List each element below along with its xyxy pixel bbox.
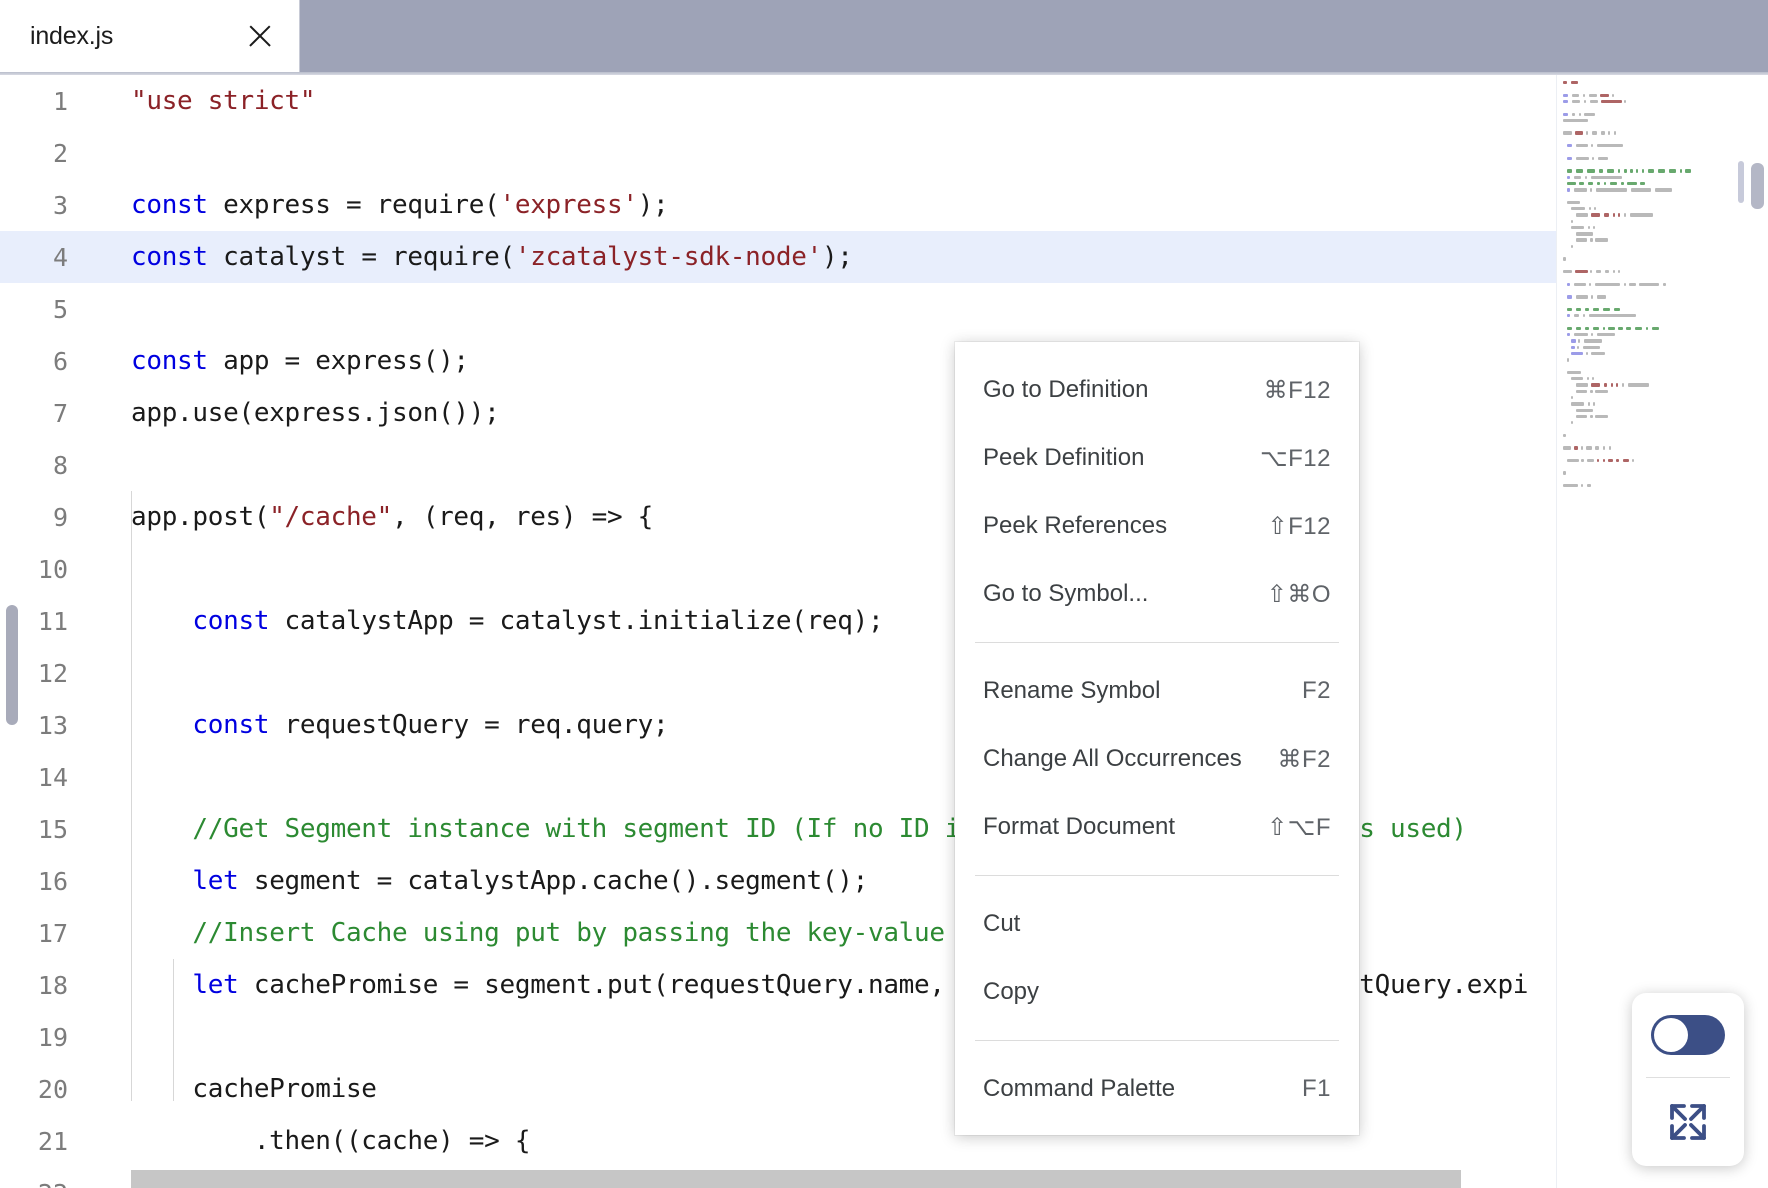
close-icon[interactable] (243, 19, 277, 53)
menu-separator (975, 642, 1339, 643)
expand-fullscreen-icon[interactable] (1664, 1098, 1712, 1146)
line-number: 21 (0, 1127, 90, 1156)
line-number: 3 (0, 191, 90, 220)
code-text: app.use(express.json()); (90, 398, 499, 428)
line-number: 19 (0, 1023, 90, 1052)
menu-item-format-document[interactable]: Format Document ⇧⌥F (955, 793, 1359, 861)
menu-item-label: Go to Definition (983, 376, 1148, 404)
code-line[interactable]: 2 (0, 127, 1556, 179)
menu-item-label: Cut (983, 910, 1020, 938)
menu-item-label: Format Document (983, 813, 1175, 841)
code-text: //Insert Cache using put by passing the … (90, 918, 1022, 948)
menu-item-label: Peek References (983, 512, 1167, 540)
menu-item-peek-references[interactable]: Peek References ⇧F12 (955, 492, 1359, 560)
code-text: "use strict" (90, 86, 315, 116)
code-text: const catalyst = require('zcatalyst-sdk-… (90, 242, 853, 272)
minimap-content (1563, 80, 1738, 489)
code-line[interactable]: 3const express = require('express'); (0, 179, 1556, 231)
menu-item-peek-definition[interactable]: Peek Definition ⌥F12 (955, 424, 1359, 492)
line-number: 4 (0, 243, 90, 272)
menu-item-label: Copy (983, 978, 1039, 1006)
code-text: cachePromise (90, 1074, 377, 1104)
menu-item-go-to-definition[interactable]: Go to Definition ⌘F12 (955, 356, 1359, 424)
line-number: 9 (0, 503, 90, 532)
code-line[interactable]: 5 (0, 283, 1556, 335)
line-number: 18 (0, 971, 90, 1000)
theme-toggle[interactable] (1651, 1015, 1725, 1055)
menu-item-change-all-occurrences[interactable]: Change All Occurrences ⌘F2 (955, 725, 1359, 793)
code-text: const catalystApp = catalyst.initialize(… (90, 606, 883, 636)
menu-item-label: Rename Symbol (983, 677, 1160, 705)
line-number: 2 (0, 139, 90, 168)
menu-item-go-to-symbol[interactable]: Go to Symbol... ⇧⌘O (955, 560, 1359, 628)
menu-item-shortcut: F1 (1302, 1075, 1331, 1103)
line-number: 15 (0, 815, 90, 844)
line-number: 20 (0, 1075, 90, 1104)
code-line[interactable]: 4const catalyst = require('zcatalyst-sdk… (0, 231, 1556, 283)
menu-item-shortcut: ⌘F2 (1277, 745, 1331, 774)
editor-area: 1"use strict"23const express = require('… (0, 75, 1768, 1188)
line-number: 14 (0, 763, 90, 792)
code-text: let segment = catalystApp.cache().segmen… (90, 866, 868, 896)
menu-item-shortcut: ⇧F12 (1268, 512, 1331, 541)
menu-item-shortcut: ⇧⌘O (1267, 580, 1331, 609)
code-editor-window: index.js 1"use strict"23const express = … (0, 0, 1768, 1188)
panel-divider (1646, 1077, 1730, 1078)
line-number: 1 (0, 87, 90, 116)
vertical-scrollbar-left[interactable] (6, 605, 18, 725)
minimap-slider[interactable] (1738, 161, 1744, 203)
line-number: 10 (0, 555, 90, 584)
context-menu[interactable]: Go to Definition⌘F12Peek Definition⌥F12P… (955, 342, 1359, 1135)
code-text: const express = require('express'); (90, 190, 668, 220)
menu-separator (975, 875, 1339, 876)
menu-item-shortcut: ⌥F12 (1260, 444, 1331, 473)
code-text: const app = express(); (90, 346, 469, 376)
tab-bar: index.js (0, 0, 1768, 72)
line-number: 6 (0, 347, 90, 376)
horizontal-scrollbar[interactable] (131, 1170, 1461, 1188)
menu-item-rename-symbol[interactable]: Rename Symbol F2 (955, 657, 1359, 725)
vertical-scrollbar-right[interactable] (1751, 163, 1764, 209)
menu-item-label: Command Palette (983, 1075, 1175, 1103)
line-number: 16 (0, 867, 90, 896)
tab-index-js[interactable]: index.js (0, 0, 300, 72)
code-text: const requestQuery = req.query; (90, 710, 668, 740)
menu-item-shortcut: ⌘F12 (1264, 376, 1331, 405)
code-text: app.post("/cache", (req, res) => { (90, 502, 653, 532)
line-number: 7 (0, 399, 90, 428)
menu-item-copy[interactable]: Copy (955, 958, 1359, 1026)
code-text: .then((cache) => { (90, 1126, 530, 1156)
menu-item-command-palette[interactable]: Command Palette F1 (955, 1055, 1359, 1123)
line-number: 5 (0, 295, 90, 324)
menu-item-label: Change All Occurrences (983, 745, 1242, 773)
line-number: 8 (0, 451, 90, 480)
menu-item-shortcut: F2 (1302, 677, 1331, 705)
menu-item-shortcut: ⇧⌥F (1267, 813, 1331, 842)
tab-label: index.js (30, 22, 113, 51)
menu-separator (975, 1040, 1339, 1041)
menu-item-label: Peek Definition (983, 444, 1144, 472)
code-line[interactable]: 1"use strict" (0, 75, 1556, 127)
menu-item-cut[interactable]: Cut (955, 890, 1359, 958)
line-number: 22 (0, 1179, 90, 1188)
toggle-knob (1654, 1018, 1688, 1052)
minimap-line (1563, 483, 1738, 489)
floating-control-panel (1632, 993, 1744, 1166)
line-number: 17 (0, 919, 90, 948)
menu-item-label: Go to Symbol... (983, 580, 1148, 608)
